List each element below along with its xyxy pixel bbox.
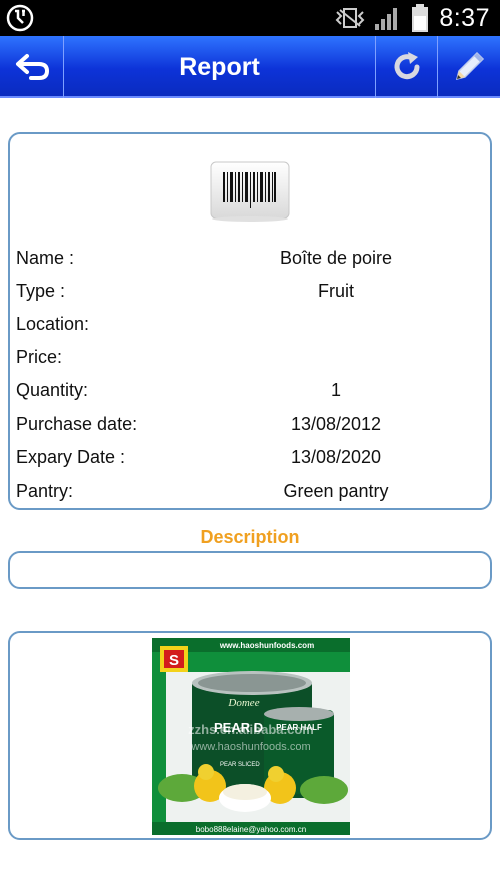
type-label: Type : [16,281,66,301]
page-title: Report [179,52,260,81]
can-subtext: PEAR SLICED [220,762,260,768]
location-label: Location: [16,314,90,334]
purchase-date-label: Purchase date: [16,414,138,434]
edit-button[interactable] [437,36,500,98]
brand-text: Domee [227,697,259,709]
svg-text:S: S [169,652,179,669]
detail-row-quantity: Quantity: 1 [16,376,488,406]
back-button[interactable] [0,36,64,98]
top-url-text: www.haoshunfoods.com [219,641,314,650]
details-card: Name : Boîte de poire Type : Fruit Locat… [8,132,492,510]
battery-icon [412,4,429,32]
usb-debug-icon [6,4,34,32]
detail-row-pantry: Pantry: Green pantry [16,477,488,507]
vibrate-icon [335,8,365,28]
expiry-date-value: 13/08/2020 [290,447,382,467]
status-bar: 8:37 [0,0,500,36]
quantity-value: 1 [330,380,341,400]
pantry-value: Green pantry [283,481,389,501]
action-bar: Report [0,36,500,98]
watermark-2: www.haoshunfoods.com [190,741,310,753]
description-box [8,551,492,589]
refresh-icon [394,52,419,80]
purchase-date-value: 13/08/2012 [290,414,382,434]
detail-row-price: Price: [16,343,488,373]
pencil-icon [455,51,485,81]
email-text: bobo888elaine@yahoo.com.cn [196,825,306,834]
detail-row-expiry-date: Expary Date : 13/08/2020 [16,443,488,473]
watermark-1: zzhs.en.alibaba.com [188,722,314,737]
product-photo[interactable]: www.haoshunfoods.com S Domee PEAR DICE P… [152,638,350,835]
quantity-label: Quantity: [16,380,89,400]
name-value: Boîte de poire [279,248,393,268]
product-image-card: www.haoshunfoods.com S Domee PEAR DICE P… [8,631,492,840]
detail-row-type: Type : Fruit [16,277,488,307]
pantry-label: Pantry: [16,481,74,501]
name-label: Name : [16,248,75,268]
detail-row-name: Name : Boîte de poire [16,244,488,274]
price-label: Price: [16,347,63,367]
refresh-button[interactable] [375,36,437,98]
detail-row-purchase-date: Purchase date: 13/08/2012 [16,410,488,440]
barcode-icon[interactable] [207,156,293,224]
description-title: Description [200,527,300,547]
signal-icon [375,8,398,30]
clock: 8:37 [439,3,490,32]
expiry-date-label: Expary Date : [16,447,126,467]
detail-row-location: Location: [16,310,488,340]
type-value: Fruit [318,281,354,301]
back-arrow-icon [15,54,49,80]
